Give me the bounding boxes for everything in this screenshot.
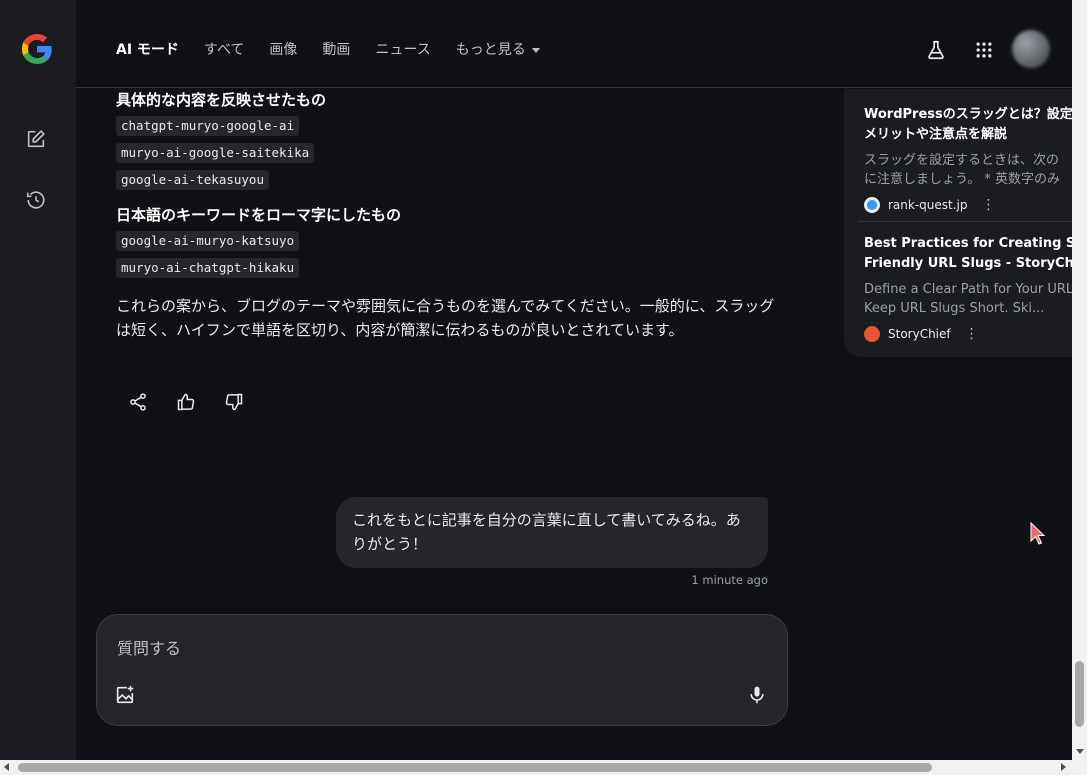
scroll-left-arrow-icon[interactable] — [4, 763, 9, 771]
source-snippet-line: Define a Clear Path for Your URLs — [864, 282, 1072, 297]
source-meta: rank-quest.jp ⋮ — [864, 197, 1072, 213]
message-timestamp: 1 minute ago — [691, 573, 768, 587]
source-title[interactable]: WordPressのスラッグとは？設定 — [864, 105, 1072, 125]
source-card[interactable]: Best Practices for Creating SEO Friendly… — [864, 234, 1072, 342]
tab-all[interactable]: すべて — [204, 40, 244, 60]
labs-button[interactable] — [924, 38, 948, 62]
slug-list: google-ai-muryo-katsuyo muryo-ai-chatgpt… — [116, 230, 776, 284]
slug-code: google-ai-muryo-katsuyo — [116, 231, 300, 251]
ai-answer: 具体的な内容を反映させたもの chatgpt-muryo-google-ai m… — [116, 89, 776, 342]
source-site: rank-quest.jp — [888, 198, 968, 212]
account-avatar[interactable] — [1012, 30, 1050, 68]
source-title[interactable]: Friendly URL Slugs - StoryChief — [864, 254, 1072, 274]
search-tabs: AI モード すべて 画像 動画 ニュース もっと見る — [116, 40, 565, 60]
user-message-text: これをもとに記事を自分の言葉に直して書いてみるね。ありがとう！ — [352, 511, 741, 553]
answer-actions — [126, 390, 246, 414]
more-vert-icon[interactable]: ⋮ — [982, 198, 996, 212]
source-snippet: Define a Clear Path for Your URLs Keep U… — [864, 280, 1072, 318]
slug-code: google-ai-tekasuyou — [116, 170, 269, 190]
top-header: AI モード すべて 画像 動画 ニュース もっと見る — [76, 0, 1072, 88]
source-title[interactable]: Best Practices for Creating SEO — [864, 234, 1072, 254]
new-chat-button[interactable] — [22, 125, 50, 153]
source-snippet-line: Keep URL Slugs Short. Ski... — [864, 301, 1045, 316]
thumbs-up-icon — [177, 393, 195, 411]
thumbs-down-button[interactable] — [222, 390, 246, 414]
tab-more-label: もっと見る — [455, 42, 526, 58]
user-message-bubble: これをもとに記事を自分の言葉に直して書いてみるね。ありがとう！ — [336, 497, 768, 568]
history-icon — [26, 191, 45, 209]
microphone-icon — [750, 686, 764, 704]
vertical-scrollbar[interactable] — [1072, 0, 1087, 760]
sources-panel: WordPressのスラッグとは？設定 メリットや注意点を解説 スラッグを設定す… — [844, 89, 1072, 357]
chevron-down-icon — [531, 47, 540, 53]
history-button[interactable] — [22, 186, 50, 214]
more-vert-icon[interactable]: ⋮ — [965, 327, 979, 341]
apps-button[interactable] — [972, 38, 996, 62]
slug-list: chatgpt-muryo-google-ai muryo-ai-google-… — [116, 115, 776, 196]
site-favicon-icon — [864, 197, 880, 213]
scroll-right-arrow-icon[interactable] — [1061, 763, 1066, 771]
tab-images[interactable]: 画像 — [269, 40, 297, 60]
slug-code: chatgpt-muryo-google-ai — [116, 116, 300, 136]
ask-input-placeholder[interactable]: 質問する — [117, 635, 181, 659]
source-meta: StoryChief ⋮ — [864, 326, 1072, 342]
source-title[interactable]: メリットや注意点を解説 — [864, 125, 1072, 145]
horizontal-scroll-thumb[interactable] — [18, 763, 932, 772]
slug-code: muryo-ai-chatgpt-hikaku — [116, 258, 300, 278]
source-snippet-line: スラッグを設定するときは、次の — [864, 153, 1060, 168]
tab-ai-mode[interactable]: AI モード — [116, 40, 179, 60]
add-image-icon — [116, 685, 134, 704]
source-card[interactable]: WordPressのスラッグとは？設定 メリットや注意点を解説 スラッグを設定す… — [864, 105, 1072, 213]
tab-news[interactable]: ニュース — [375, 40, 430, 60]
horizontal-scrollbar[interactable] — [0, 760, 1087, 775]
voice-input-button[interactable] — [745, 683, 769, 707]
add-image-button[interactable] — [113, 683, 137, 707]
thumbs-up-button[interactable] — [174, 390, 198, 414]
answer-paragraph: これらの案から、ブログのテーマや雰囲気に合うものを選んでみてください。一般的に、… — [116, 297, 775, 339]
apps-grid-icon — [976, 42, 992, 58]
app-window: AI モード すべて 画像 動画 ニュース もっと見る 具体的な内容を反映させた… — [0, 0, 1087, 775]
source-snippet-line: に注意しましょう。 * 英数字のみ — [864, 172, 1060, 187]
site-favicon-icon — [864, 326, 880, 342]
share-button[interactable] — [126, 390, 150, 414]
tab-more[interactable]: もっと見る — [456, 40, 540, 60]
left-rail — [0, 0, 76, 760]
google-logo[interactable] — [19, 31, 55, 67]
divider — [858, 221, 1072, 222]
section-heading: 具体的な内容を反映させたもの — [116, 91, 327, 109]
slug-code: muryo-ai-google-saitekika — [116, 143, 315, 163]
flask-icon — [928, 40, 944, 60]
tab-videos[interactable]: 動画 — [322, 40, 350, 60]
source-site: StoryChief — [888, 327, 951, 341]
mouse-cursor-icon — [1030, 522, 1046, 545]
scroll-down-arrow-icon[interactable] — [1076, 749, 1084, 754]
ask-composer[interactable]: 質問する — [96, 614, 788, 726]
share-icon — [130, 393, 146, 411]
vertical-scroll-thumb[interactable] — [1075, 661, 1084, 727]
source-snippet: スラッグを設定するときは、次の に注意しましょう。 * 英数字のみ — [864, 151, 1072, 189]
section-heading: 日本語のキーワードをローマ字にしたもの — [116, 206, 402, 224]
edit-icon — [27, 130, 45, 148]
thumbs-down-icon — [225, 393, 243, 411]
